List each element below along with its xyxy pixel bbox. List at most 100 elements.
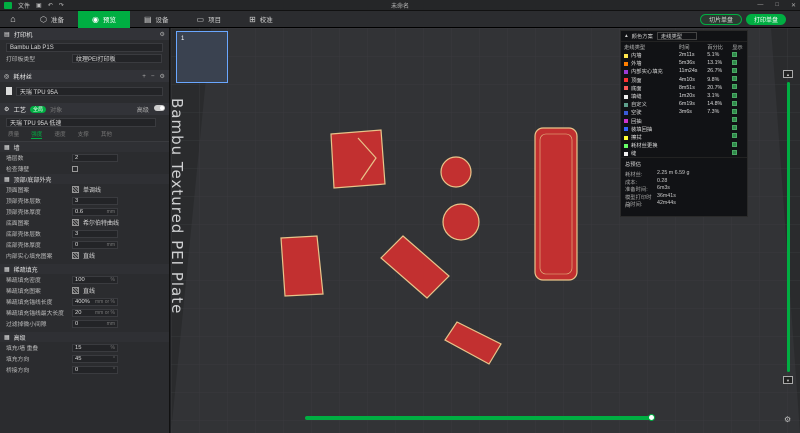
close-icon[interactable]: ✕ [791, 2, 796, 9]
layer-bottom-handle[interactable]: ▼ [783, 376, 793, 384]
detect-thin-wall-checkbox[interactable] [72, 165, 78, 172]
move-handle[interactable] [648, 414, 655, 421]
print-plate-button[interactable]: 打印单盘 [745, 13, 786, 25]
wall-icon: ▦ [4, 144, 10, 151]
layer-track [787, 82, 790, 372]
line-type-swatch [624, 127, 628, 132]
show-checkbox[interactable] [732, 92, 738, 98]
internal-solid-infill-pattern-select[interactable]: 直线 [83, 251, 95, 260]
color-scheme-select[interactable]: 走线类型 [656, 32, 698, 40]
infill-anchor-max-input[interactable]: 20 mm or % [72, 308, 118, 317]
remove-icon[interactable]: − [151, 73, 155, 80]
show-checkbox[interactable] [732, 149, 738, 155]
tab-calibration[interactable]: ⊞ 校准 [235, 11, 287, 28]
infill-wall-overlap-input[interactable]: 15% [72, 343, 118, 352]
shell-icon: ▦ [4, 176, 10, 183]
legend-row: 顶面 4m10s 9.8% [621, 76, 747, 84]
wall-loops-input[interactable]: 2 [72, 153, 118, 162]
top-surface-pattern-select[interactable]: 单调线 [83, 185, 101, 194]
bottom-shell-thickness-input[interactable]: 0 mm [72, 240, 118, 249]
show-checkbox[interactable] [732, 133, 738, 139]
subtab-strength[interactable]: 强度 [31, 130, 43, 139]
calibrate-icon: ⊞ [249, 14, 256, 24]
legend-row: 底面 8m51s 20.7% [621, 84, 747, 92]
estimate-summary: 总预估 耗材丝: 2.25 m 6.59 g 成本: 0.28 准备时间: 6m3s 模型打… [621, 157, 747, 210]
subtab-speed[interactable]: 速度 [54, 130, 65, 139]
printer-icon: ▤ [4, 30, 10, 38]
legend-row: 缝 [621, 149, 747, 157]
redo-icon[interactable]: ↷ [59, 2, 64, 9]
top-bottom-header: ▦ 顶部/底部外壳 [0, 174, 169, 184]
subtab-others[interactable]: 其他 [101, 130, 112, 139]
filament-slot-icon [6, 87, 12, 95]
subtab-quality[interactable]: 质量 [8, 130, 19, 139]
plate-type-select[interactable]: 纹理PEI打印板 [72, 54, 162, 63]
subtab-support[interactable]: 支撑 [78, 130, 89, 139]
bottom-shell-layers-input[interactable]: 3 [72, 229, 118, 238]
show-checkbox[interactable] [732, 76, 738, 82]
part-disc-top[interactable] [440, 156, 472, 188]
printer-select[interactable]: Bambu Lab P1S [6, 43, 163, 52]
infill-pattern-select[interactable]: 直线 [83, 286, 95, 295]
top-shell-layers-input[interactable]: 3 [72, 196, 118, 205]
tab-preview[interactable]: ◉ 预览 [77, 10, 130, 28]
tab-device[interactable]: ▤ 设备 [130, 11, 183, 28]
move-slider-horizontal[interactable] [305, 414, 665, 422]
layer-slider-vertical[interactable]: ▲ ▼ [783, 70, 793, 390]
minimize-icon[interactable]: — [757, 2, 763, 9]
process-icon: ⚙ [4, 105, 10, 113]
line-type-swatch [624, 151, 628, 156]
file-menu[interactable]: 文件 [18, 1, 30, 10]
infill-anchor-length-input[interactable]: 400% mm or % [72, 297, 118, 306]
legend-row: 内部实心填充 11m24s 26.7% [621, 67, 747, 75]
settings-gear-icon[interactable]: ⚙ [784, 415, 791, 424]
show-checkbox[interactable] [732, 117, 738, 123]
gear-icon[interactable]: ⚙ [159, 31, 165, 38]
gear-icon[interactable]: ⚙ [159, 73, 165, 80]
part-long-bar[interactable] [534, 127, 578, 281]
show-checkbox[interactable] [732, 100, 738, 106]
add-icon[interactable]: + [142, 73, 146, 80]
layer-top-handle[interactable]: ▲ [783, 70, 793, 78]
undo-icon[interactable]: ↶ [48, 2, 53, 9]
part-disc-bottom[interactable] [442, 203, 480, 241]
window-title: 未命名 [390, 3, 409, 10]
show-checkbox[interactable] [732, 67, 738, 73]
tab-prepare[interactable]: ⬡ 准备 [26, 11, 78, 28]
bottom-surface-pattern-select[interactable]: 希尔伯特曲线 [83, 218, 119, 227]
infill-density-input[interactable]: 100% [72, 275, 118, 284]
show-checkbox[interactable] [732, 141, 738, 147]
show-checkbox[interactable] [732, 108, 738, 114]
save-icon[interactable]: ▣ [36, 2, 42, 9]
home-icon[interactable]: ⌂ [0, 11, 26, 28]
line-type-swatch [624, 61, 628, 66]
object-toggle[interactable]: 对象 [50, 105, 62, 114]
advanced-icon: ▦ [4, 334, 10, 341]
show-checkbox[interactable] [732, 84, 738, 90]
slice-plate-button[interactable]: 切片单盘 [699, 13, 742, 25]
show-checkbox[interactable] [732, 59, 738, 65]
advanced-toggle[interactable] [154, 104, 165, 111]
summary-row: 准备时间: 6m3s [625, 185, 670, 194]
plate-thumbnail[interactable]: 1 [176, 31, 228, 83]
bridge-direction-input[interactable]: 0 ° [72, 365, 118, 374]
plate-type-label: 打印板类型 [6, 57, 35, 63]
global-toggle[interactable]: 全局 [29, 105, 46, 113]
line-type-swatch [624, 119, 628, 124]
main-tabbar: ⌂ ⬡ 准备 ◉ 预览 ▤ 设备 ▭ 项目 ⊞ 校准 切片单盘 打印单盘 [0, 10, 800, 28]
tab-project[interactable]: ▭ 项目 [183, 11, 236, 28]
filter-gaps-input[interactable]: 0 mm [72, 319, 118, 328]
maximize-icon[interactable]: □ [775, 2, 779, 9]
show-checkbox[interactable] [732, 125, 738, 131]
process-preset-select[interactable]: 天瑞 TPU 95A 低速 [6, 118, 156, 127]
part-rect-left[interactable] [280, 235, 324, 297]
line-type-swatch [624, 78, 628, 83]
wall-loops-label: 墙层数 [6, 156, 24, 162]
summary-row: 总时间: 42m44s [625, 200, 676, 209]
top-shell-thickness-input[interactable]: 0.6 mm [72, 207, 118, 216]
infill-header: ▦ 稀疏填充 [0, 264, 169, 274]
filament-select[interactable]: 天瑞 TPU 95A [15, 86, 163, 96]
show-checkbox[interactable] [732, 51, 738, 57]
collapse-icon[interactable]: ▴ [625, 33, 628, 39]
infill-direction-input[interactable]: 45 ° [72, 354, 118, 363]
